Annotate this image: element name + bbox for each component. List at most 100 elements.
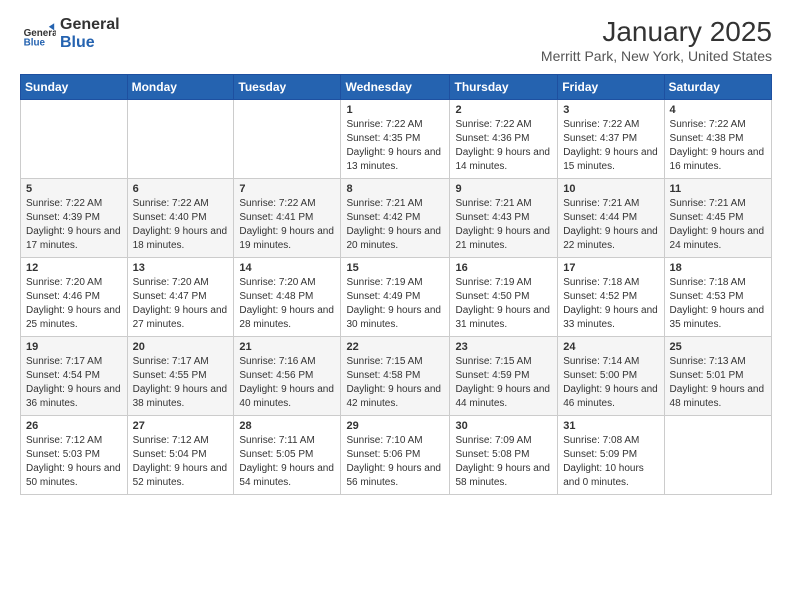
calendar-cell-0-1 — [127, 100, 234, 179]
day-info: Sunrise: 7:08 AMSunset: 5:09 PMDaylight:… — [563, 434, 658, 490]
day-info: Sunrise: 7:22 AMSunset: 4:39 PMDaylight:… — [26, 197, 122, 253]
calendar-cell-0-3: 1 Sunrise: 7:22 AMSunset: 4:35 PMDaylight… — [341, 100, 450, 179]
day-number: 12 — [26, 262, 122, 274]
svg-text:Blue: Blue — [24, 38, 46, 49]
calendar-cell-3-4: 23Sunrise: 7:15 AMSunset: 4:59 PMDayligh… — [450, 337, 558, 416]
day-info: Sunrise: 7:20 AMSunset: 4:48 PMDaylight:… — [239, 276, 335, 332]
calendar-cell-4-0: 26Sunrise: 7:12 AMSunset: 5:03 PMDayligh… — [21, 416, 128, 495]
day-number: 30 — [455, 420, 552, 432]
calendar-cell-0-2 — [234, 100, 341, 179]
calendar-cell-3-2: 21 Sunrise: 7:16 AMSunset: 4:56 PMDayligh… — [234, 337, 341, 416]
calendar-cell-4-2: 28Sunrise: 7:11 AMSunset: 5:05 PMDayligh… — [234, 416, 341, 495]
day-info: Sunrise: 7:12 AMSunset: 5:03 PMDaylight:… — [26, 434, 122, 490]
calendar-cell-3-0: 19 Sunrise: 7:17 AMSunset: 4:54 PMDayligh… — [21, 337, 128, 416]
day-info: Sunrise: 7:18 AMSunset: 4:52 PMDaylight:… — [563, 276, 658, 332]
day-number: 24 — [563, 341, 658, 353]
day-info: Sunrise: 7:20 AMSunset: 4:47 PMDaylight:… — [133, 276, 229, 332]
calendar-header-saturday: Saturday — [664, 75, 771, 100]
day-number: 5 — [26, 183, 122, 195]
logo-blue-text: Blue — [60, 34, 120, 52]
calendar-week-4: 26Sunrise: 7:12 AMSunset: 5:03 PMDayligh… — [21, 416, 772, 495]
calendar-week-0: 1 Sunrise: 7:22 AMSunset: 4:35 PMDaylight… — [21, 100, 772, 179]
day-number: 17 — [563, 262, 658, 274]
day-info: Sunrise: 7:22 AMSunset: 4:37 PMDaylight:… — [563, 118, 658, 174]
day-number: 18 — [670, 262, 766, 274]
calendar-cell-3-1: 20 Sunrise: 7:17 AMSunset: 4:55 PMDayligh… — [127, 337, 234, 416]
location-text: Merritt Park, New York, United States — [541, 48, 772, 64]
day-number: 20 — [133, 341, 229, 353]
day-number: 11 — [670, 183, 766, 195]
day-number: 3 — [563, 104, 658, 116]
day-info: Sunrise: 7:19 AMSunset: 4:50 PMDaylight:… — [455, 276, 552, 332]
calendar-cell-4-1: 27 Sunrise: 7:12 AMSunset: 5:04 PMDayligh… — [127, 416, 234, 495]
day-number: 29 — [346, 420, 444, 432]
header: General Blue General Blue January 2025 M… — [20, 16, 772, 64]
day-number: 25 — [670, 341, 766, 353]
day-number: 2 — [455, 104, 552, 116]
logo-text: General Blue — [60, 16, 120, 51]
calendar-cell-0-6: 4 Sunrise: 7:22 AMSunset: 4:38 PMDaylight… — [664, 100, 771, 179]
day-number: 1 — [346, 104, 444, 116]
calendar-header-tuesday: Tuesday — [234, 75, 341, 100]
day-info: Sunrise: 7:13 AMSunset: 5:01 PMDaylight:… — [670, 355, 766, 411]
day-info: Sunrise: 7:17 AMSunset: 4:55 PMDaylight:… — [133, 355, 229, 411]
day-number: 19 — [26, 341, 122, 353]
day-info: Sunrise: 7:11 AMSunset: 5:05 PMDaylight:… — [239, 434, 335, 490]
day-number: 27 — [133, 420, 229, 432]
calendar-cell-3-5: 24Sunrise: 7:14 AMSunset: 5:00 PMDayligh… — [558, 337, 664, 416]
day-info: Sunrise: 7:15 AMSunset: 4:58 PMDaylight:… — [346, 355, 444, 411]
calendar-week-2: 12 Sunrise: 7:20 AMSunset: 4:46 PMDayligh… — [21, 258, 772, 337]
logo-general-text: General — [60, 16, 120, 34]
day-number: 4 — [670, 104, 766, 116]
day-info: Sunrise: 7:22 AMSunset: 4:35 PMDaylight:… — [346, 118, 444, 174]
day-info: Sunrise: 7:19 AMSunset: 4:49 PMDaylight:… — [346, 276, 444, 332]
day-info: Sunrise: 7:12 AMSunset: 5:04 PMDaylight:… — [133, 434, 229, 490]
title-block: January 2025 Merritt Park, New York, Uni… — [541, 16, 772, 64]
day-info: Sunrise: 7:21 AMSunset: 4:42 PMDaylight:… — [346, 197, 444, 253]
calendar-cell-1-2: 7Sunrise: 7:22 AMSunset: 4:41 PMDaylight… — [234, 179, 341, 258]
calendar-cell-2-0: 12 Sunrise: 7:20 AMSunset: 4:46 PMDayligh… — [21, 258, 128, 337]
day-number: 9 — [455, 183, 552, 195]
day-info: Sunrise: 7:22 AMSunset: 4:41 PMDaylight:… — [239, 197, 335, 253]
calendar-cell-3-6: 25 Sunrise: 7:13 AMSunset: 5:01 PMDayligh… — [664, 337, 771, 416]
calendar-week-1: 5 Sunrise: 7:22 AMSunset: 4:39 PMDaylight… — [21, 179, 772, 258]
calendar-header-wednesday: Wednesday — [341, 75, 450, 100]
calendar-cell-1-5: 10 Sunrise: 7:21 AMSunset: 4:44 PMDayligh… — [558, 179, 664, 258]
calendar-cell-1-6: 11 Sunrise: 7:21 AMSunset: 4:45 PMDayligh… — [664, 179, 771, 258]
day-info: Sunrise: 7:20 AMSunset: 4:46 PMDaylight:… — [26, 276, 122, 332]
logo: General Blue General Blue — [20, 16, 120, 52]
day-info: Sunrise: 7:16 AMSunset: 4:56 PMDaylight:… — [239, 355, 335, 411]
calendar-header-monday: Monday — [127, 75, 234, 100]
day-number: 6 — [133, 183, 229, 195]
day-number: 15 — [346, 262, 444, 274]
calendar-cell-0-4: 2 Sunrise: 7:22 AMSunset: 4:36 PMDaylight… — [450, 100, 558, 179]
calendar-cell-4-4: 30Sunrise: 7:09 AMSunset: 5:08 PMDayligh… — [450, 416, 558, 495]
day-number: 13 — [133, 262, 229, 274]
day-info: Sunrise: 7:21 AMSunset: 4:45 PMDaylight:… — [670, 197, 766, 253]
day-number: 31 — [563, 420, 658, 432]
calendar-header-friday: Friday — [558, 75, 664, 100]
calendar-cell-4-6 — [664, 416, 771, 495]
calendar-cell-1-0: 5 Sunrise: 7:22 AMSunset: 4:39 PMDaylight… — [21, 179, 128, 258]
calendar-header-row: SundayMondayTuesdayWednesdayThursdayFrid… — [21, 75, 772, 100]
day-number: 16 — [455, 262, 552, 274]
day-number: 10 — [563, 183, 658, 195]
calendar-cell-1-4: 9Sunrise: 7:21 AMSunset: 4:43 PMDaylight… — [450, 179, 558, 258]
day-info: Sunrise: 7:21 AMSunset: 4:44 PMDaylight:… — [563, 197, 658, 253]
month-title: January 2025 — [541, 16, 772, 48]
calendar-table: SundayMondayTuesdayWednesdayThursdayFrid… — [20, 74, 772, 495]
calendar-cell-2-5: 17 Sunrise: 7:18 AMSunset: 4:52 PMDayligh… — [558, 258, 664, 337]
calendar-cell-3-3: 22Sunrise: 7:15 AMSunset: 4:58 PMDayligh… — [341, 337, 450, 416]
page: General Blue General Blue January 2025 M… — [0, 0, 792, 511]
calendar-week-3: 19 Sunrise: 7:17 AMSunset: 4:54 PMDayligh… — [21, 337, 772, 416]
calendar-cell-1-3: 8 Sunrise: 7:21 AMSunset: 4:42 PMDaylight… — [341, 179, 450, 258]
day-number: 8 — [346, 183, 444, 195]
day-info: Sunrise: 7:10 AMSunset: 5:06 PMDaylight:… — [346, 434, 444, 490]
day-info: Sunrise: 7:22 AMSunset: 4:38 PMDaylight:… — [670, 118, 766, 174]
day-number: 14 — [239, 262, 335, 274]
day-number: 21 — [239, 341, 335, 353]
calendar-cell-1-1: 6Sunrise: 7:22 AMSunset: 4:40 PMDaylight… — [127, 179, 234, 258]
calendar-cell-2-3: 15 Sunrise: 7:19 AMSunset: 4:49 PMDayligh… — [341, 258, 450, 337]
day-info: Sunrise: 7:17 AMSunset: 4:54 PMDaylight:… — [26, 355, 122, 411]
day-info: Sunrise: 7:22 AMSunset: 4:36 PMDaylight:… — [455, 118, 552, 174]
